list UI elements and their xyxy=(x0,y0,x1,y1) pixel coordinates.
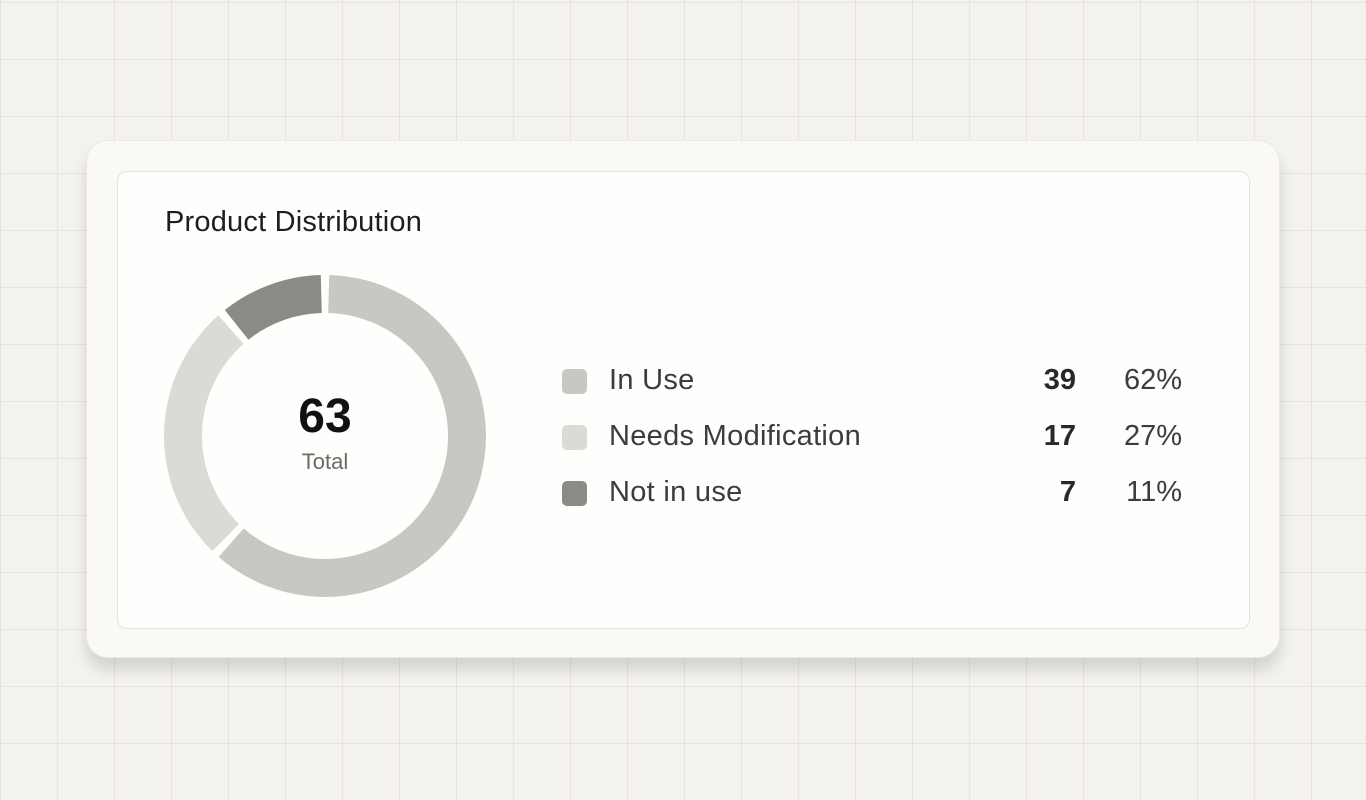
card-frame: Product Distribution 63 Total In Use 39 … xyxy=(86,140,1280,658)
legend-percent: 27% xyxy=(1123,420,1182,452)
legend-swatch xyxy=(562,369,587,394)
legend-item-not-in-use: Not in use 7 11% xyxy=(562,466,1182,522)
legend-percent: 11% xyxy=(1126,476,1182,508)
legend-swatch xyxy=(562,481,587,506)
legend-label: In Use xyxy=(609,364,695,396)
legend-label: Needs Modification xyxy=(609,420,862,452)
legend-count: 39 xyxy=(1043,364,1076,396)
legend-count: 17 xyxy=(1043,420,1076,452)
legend-swatch xyxy=(562,425,587,450)
legend-item-in-use: In Use 39 62% xyxy=(562,354,1182,410)
donut-chart xyxy=(164,275,486,597)
donut-slice-needs-modification xyxy=(164,315,244,552)
chart-title: Product Distribution xyxy=(165,206,423,238)
legend-percent: 62% xyxy=(1123,364,1182,396)
product-distribution-card: Product Distribution 63 Total In Use 39 … xyxy=(117,171,1250,629)
legend: In Use 39 62% Needs Modification 17 27% … xyxy=(562,354,1182,522)
donut-slice-not-in-use xyxy=(224,275,322,340)
legend-item-needs-modification: Needs Modification 17 27% xyxy=(562,410,1182,466)
legend-count: 7 xyxy=(1059,476,1076,508)
legend-label: Not in use xyxy=(609,476,743,508)
